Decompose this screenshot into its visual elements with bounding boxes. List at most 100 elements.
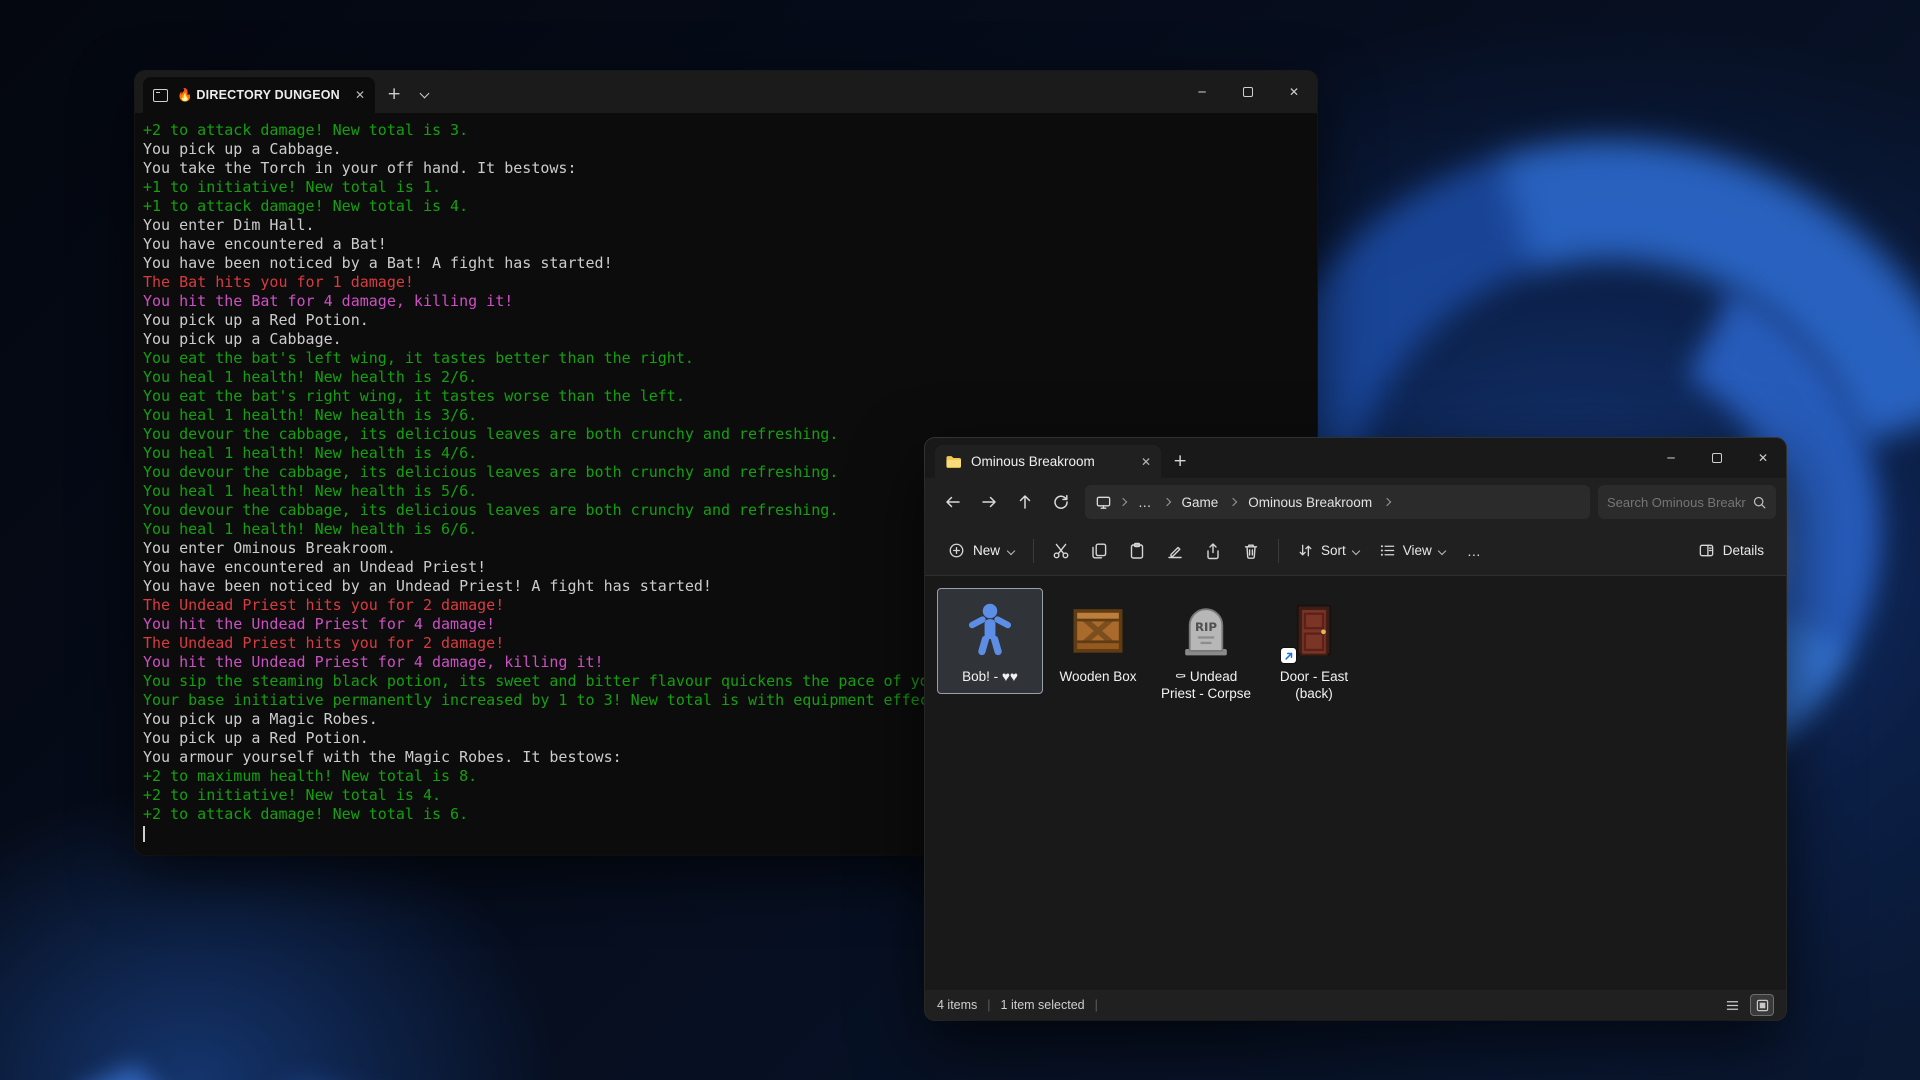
explorer-close-button[interactable]: ✕ <box>1740 438 1786 478</box>
file-item-bob[interactable]: Bob! - ♥♥ <box>937 588 1043 694</box>
terminal-line: You heal 1 health! New health is 2/6. <box>143 368 1309 387</box>
person-icon <box>956 596 1024 664</box>
door-icon <box>1280 596 1348 664</box>
file-label: ⚰ Undead Priest - Corpse <box>1156 668 1256 702</box>
file-label: Bob! - ♥♥ <box>962 668 1018 685</box>
share-button[interactable] <box>1194 533 1232 569</box>
file-grid[interactable]: Bob! - ♥♥ Wooden Box RIP <box>925 576 1786 990</box>
chevron-down-icon <box>1352 546 1360 554</box>
cut-icon <box>1052 542 1070 560</box>
explorer-tabbar: Ominous Breakroom ✕ + ─ ✕ <box>925 438 1786 478</box>
terminal-app-icon <box>153 89 168 102</box>
new-plus-icon <box>948 542 965 559</box>
explorer-minimize-button[interactable]: ─ <box>1648 438 1694 478</box>
status-divider: | <box>1095 998 1098 1012</box>
this-pc-monitor-icon <box>1095 494 1112 511</box>
large-icons-view-toggle-icon[interactable] <box>1750 994 1774 1016</box>
item-count: 4 items <box>937 998 977 1012</box>
terminal-line: +1 to attack damage! New total is 4. <box>143 197 1309 216</box>
paste-button[interactable] <box>1118 533 1156 569</box>
up-button[interactable] <box>1007 485 1043 519</box>
explorer-maximize-button[interactable] <box>1694 438 1740 478</box>
terminal-minimize-button[interactable]: ─ <box>1179 71 1225 113</box>
breadcrumb-chevron-icon <box>1383 498 1391 506</box>
breadcrumb-overflow[interactable]: … <box>1134 492 1156 513</box>
paste-icon <box>1128 542 1146 560</box>
explorer-tab-title: Ominous Breakroom <box>971 454 1132 469</box>
sort-button[interactable]: Sort <box>1287 535 1369 566</box>
crate-icon <box>1064 596 1132 664</box>
back-button[interactable] <box>935 485 971 519</box>
terminal-line: +2 to attack damage! New total is 3. <box>143 121 1309 140</box>
toolbar-divider <box>1278 539 1279 563</box>
file-item-wooden-box[interactable]: Wooden Box <box>1045 588 1151 694</box>
tombstone-icon: RIP <box>1172 596 1240 664</box>
view-button-label: View <box>1403 543 1432 558</box>
view-icon <box>1379 542 1396 559</box>
address-bar[interactable]: … Game Ominous Breakroom <box>1085 485 1590 519</box>
selection-count: 1 item selected <box>1001 998 1085 1012</box>
view-button[interactable]: View <box>1369 535 1455 566</box>
share-icon <box>1204 542 1222 560</box>
chevron-down-icon <box>1438 546 1446 554</box>
status-divider: | <box>987 998 990 1012</box>
explorer-tab-close-icon[interactable]: ✕ <box>1141 455 1151 469</box>
toolbar-divider <box>1033 539 1034 563</box>
file-item-door-east[interactable]: Door - East (back) <box>1261 588 1367 711</box>
folder-icon <box>945 454 962 469</box>
terminal-line: You take the Torch in your off hand. It … <box>143 159 1309 178</box>
terminal-tab-dropdown-icon[interactable] <box>413 84 436 102</box>
terminal-line: You pick up a Cabbage. <box>143 330 1309 349</box>
breadcrumb-chevron-icon <box>1229 498 1237 506</box>
new-button-label: New <box>973 543 1000 558</box>
explorer-window-controls: ─ ✕ <box>1648 438 1786 478</box>
terminal-line: You pick up a Red Potion. <box>143 311 1309 330</box>
trash-icon <box>1242 542 1260 560</box>
file-label: Wooden Box <box>1059 668 1136 685</box>
sort-button-label: Sort <box>1321 543 1346 558</box>
copy-button[interactable] <box>1080 533 1118 569</box>
details-toggle-label: Details <box>1723 543 1764 558</box>
explorer-tab[interactable]: Ominous Breakroom ✕ <box>935 445 1161 478</box>
shortcut-arrow-icon <box>1281 648 1296 663</box>
terminal-line: You heal 1 health! New health is 3/6. <box>143 406 1309 425</box>
terminal-maximize-button[interactable] <box>1225 71 1271 113</box>
explorer-navbar: … Game Ominous Breakroom <box>925 478 1786 526</box>
forward-button[interactable] <box>971 485 1007 519</box>
terminal-new-tab-button[interactable]: + <box>375 84 413 104</box>
cut-button[interactable] <box>1042 533 1080 569</box>
terminal-tab-title: 🔥 DIRECTORY DUNGEON 🔥 <box>177 88 346 103</box>
search-box[interactable] <box>1598 485 1776 519</box>
search-icon[interactable] <box>1752 495 1767 510</box>
terminal-tab[interactable]: 🔥 DIRECTORY DUNGEON 🔥 ✕ <box>143 77 375 113</box>
breadcrumb-item-game[interactable]: Game <box>1178 492 1223 513</box>
details-view-toggle-icon[interactable] <box>1720 994 1744 1016</box>
file-explorer-window: Ominous Breakroom ✕ + ─ ✕ … <box>925 438 1786 1020</box>
terminal-line: You eat the bat's left wing, it tastes b… <box>143 349 1309 368</box>
terminal-titlebar: 🔥 DIRECTORY DUNGEON 🔥 ✕ + ─ ✕ <box>135 71 1317 113</box>
explorer-toolbar: New Sort View <box>925 526 1786 576</box>
terminal-line: +1 to initiative! New total is 1. <box>143 178 1309 197</box>
explorer-statusbar: 4 items | 1 item selected | <box>925 990 1786 1020</box>
terminal-line: You hit the Bat for 4 damage, killing it… <box>143 292 1309 311</box>
svg-text:RIP: RIP <box>1195 620 1217 634</box>
refresh-button[interactable] <box>1043 485 1079 519</box>
rename-icon <box>1166 542 1184 560</box>
new-button[interactable]: New <box>937 535 1025 566</box>
terminal-line: You enter Dim Hall. <box>143 216 1309 235</box>
rename-button[interactable] <box>1156 533 1194 569</box>
details-pane-icon <box>1698 542 1715 559</box>
terminal-line: You have been noticed by a Bat! A fight … <box>143 254 1309 273</box>
more-options-button[interactable]: … <box>1455 536 1494 566</box>
delete-button[interactable] <box>1232 533 1270 569</box>
details-toggle-button[interactable]: Details <box>1688 535 1774 566</box>
terminal-line: The Bat hits you for 1 damage! <box>143 273 1309 292</box>
terminal-tab-close-icon[interactable]: ✕ <box>355 88 365 102</box>
breadcrumb-item-current[interactable]: Ominous Breakroom <box>1244 492 1376 513</box>
file-item-undead-priest-corpse[interactable]: RIP ⚰ Undead Priest - Corpse <box>1153 588 1259 711</box>
search-input[interactable] <box>1607 495 1746 510</box>
statusbar-view-toggles <box>1720 994 1774 1016</box>
terminal-line: You pick up a Cabbage. <box>143 140 1309 159</box>
explorer-new-tab-button[interactable]: + <box>1161 451 1199 471</box>
terminal-close-button[interactable]: ✕ <box>1271 71 1317 113</box>
